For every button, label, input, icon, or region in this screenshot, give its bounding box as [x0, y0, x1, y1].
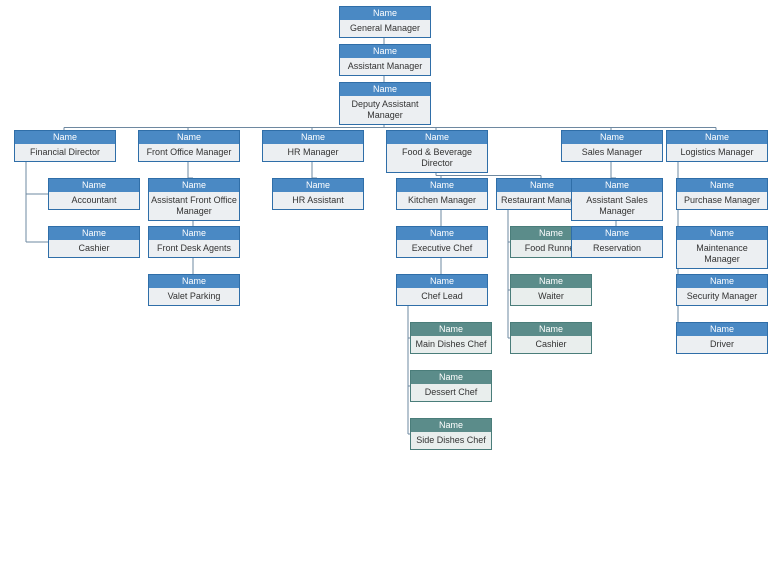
node-sm: NameSales Manager: [561, 130, 663, 162]
node-km: NameKitchen Manager: [396, 178, 488, 210]
node-name-label: Name: [562, 131, 662, 144]
node-fom: NameFront Office Manager: [138, 130, 240, 162]
node-name-label: Name: [667, 131, 767, 144]
node-acct: NameAccountant: [48, 178, 140, 210]
node-name-label: Name: [49, 227, 139, 240]
node-hrm: NameHR Manager: [262, 130, 364, 162]
node-name-label: Name: [411, 371, 491, 384]
node-title: Waiter: [511, 288, 591, 305]
node-title: Executive Chef: [397, 240, 487, 257]
node-title: Main Dishes Chef: [411, 336, 491, 353]
node-pm: NamePurchase Manager: [676, 178, 768, 210]
node-ec: NameExecutive Chef: [396, 226, 488, 258]
node-name-label: Name: [149, 227, 239, 240]
node-drv: NameDriver: [676, 322, 768, 354]
node-name-label: Name: [397, 275, 487, 288]
node-title: Cashier: [511, 336, 591, 353]
node-title: Dessert Chef: [411, 384, 491, 401]
node-name-label: Name: [49, 179, 139, 192]
node-name-label: Name: [387, 131, 487, 144]
node-title: Accountant: [49, 192, 139, 209]
node-name-label: Name: [149, 275, 239, 288]
node-title: Front Office Manager: [139, 144, 239, 161]
node-title: Front Desk Agents: [149, 240, 239, 257]
node-fbd: NameFood & Beverage Director: [386, 130, 488, 173]
node-name-label: Name: [411, 419, 491, 432]
node-name-label: Name: [149, 179, 239, 192]
node-name-label: Name: [340, 45, 430, 58]
node-name-label: Name: [273, 179, 363, 192]
node-title: Chef Lead: [397, 288, 487, 305]
node-title: Purchase Manager: [677, 192, 767, 209]
node-vp: NameValet Parking: [148, 274, 240, 306]
node-cash2: NameCashier: [510, 322, 592, 354]
node-title: Assistant Sales Manager: [572, 192, 662, 220]
node-name-label: Name: [139, 131, 239, 144]
node-title: HR Assistant: [273, 192, 363, 209]
node-title: Valet Parking: [149, 288, 239, 305]
node-asm: NameAssistant Sales Manager: [571, 178, 663, 221]
node-secm: NameSecurity Manager: [676, 274, 768, 306]
node-title: Financial Director: [15, 144, 115, 161]
node-name-label: Name: [677, 323, 767, 336]
node-cl: NameChef Lead: [396, 274, 488, 306]
node-name-label: Name: [15, 131, 115, 144]
node-cash: NameCashier: [48, 226, 140, 258]
node-sdc: NameSide Dishes Chef: [410, 418, 492, 450]
node-title: Side Dishes Chef: [411, 432, 491, 449]
node-name-label: Name: [677, 227, 767, 240]
node-name-label: Name: [397, 179, 487, 192]
node-lm: NameLogistics Manager: [666, 130, 768, 162]
org-chart: NameGeneral ManagerNameAssistant Manager…: [0, 0, 768, 574]
node-title: Reservation: [572, 240, 662, 257]
node-title: Food & Beverage Director: [387, 144, 487, 172]
node-title: Maintenance Manager: [677, 240, 767, 268]
node-hra: NameHR Assistant: [272, 178, 364, 210]
node-name-label: Name: [263, 131, 363, 144]
node-name-label: Name: [572, 179, 662, 192]
node-name-label: Name: [340, 83, 430, 96]
node-name-label: Name: [511, 323, 591, 336]
node-title: Kitchen Manager: [397, 192, 487, 209]
node-am: NameAssistant Manager: [339, 44, 431, 76]
node-fda: NameFront Desk Agents: [148, 226, 240, 258]
node-title: Security Manager: [677, 288, 767, 305]
node-title: Logistics Manager: [667, 144, 767, 161]
node-mm: NameMaintenance Manager: [676, 226, 768, 269]
node-fin: NameFinancial Director: [14, 130, 116, 162]
node-waiter: NameWaiter: [510, 274, 592, 306]
node-name-label: Name: [572, 227, 662, 240]
node-title: Sales Manager: [562, 144, 662, 161]
node-name-label: Name: [511, 275, 591, 288]
node-title: Deputy Assistant Manager: [340, 96, 430, 124]
node-title: Driver: [677, 336, 767, 353]
node-mdc: NameMain Dishes Chef: [410, 322, 492, 354]
node-dc: NameDessert Chef: [410, 370, 492, 402]
node-name-label: Name: [677, 179, 767, 192]
node-name-label: Name: [411, 323, 491, 336]
node-res: NameReservation: [571, 226, 663, 258]
node-gm: NameGeneral Manager: [339, 6, 431, 38]
node-afom: NameAssistant Front Office Manager: [148, 178, 240, 221]
node-name-label: Name: [677, 275, 767, 288]
node-name-label: Name: [397, 227, 487, 240]
node-name-label: Name: [340, 7, 430, 20]
node-title: Assistant Front Office Manager: [149, 192, 239, 220]
node-title: Assistant Manager: [340, 58, 430, 75]
node-title: HR Manager: [263, 144, 363, 161]
node-title: General Manager: [340, 20, 430, 37]
node-title: Cashier: [49, 240, 139, 257]
node-dam: NameDeputy Assistant Manager: [339, 82, 431, 125]
